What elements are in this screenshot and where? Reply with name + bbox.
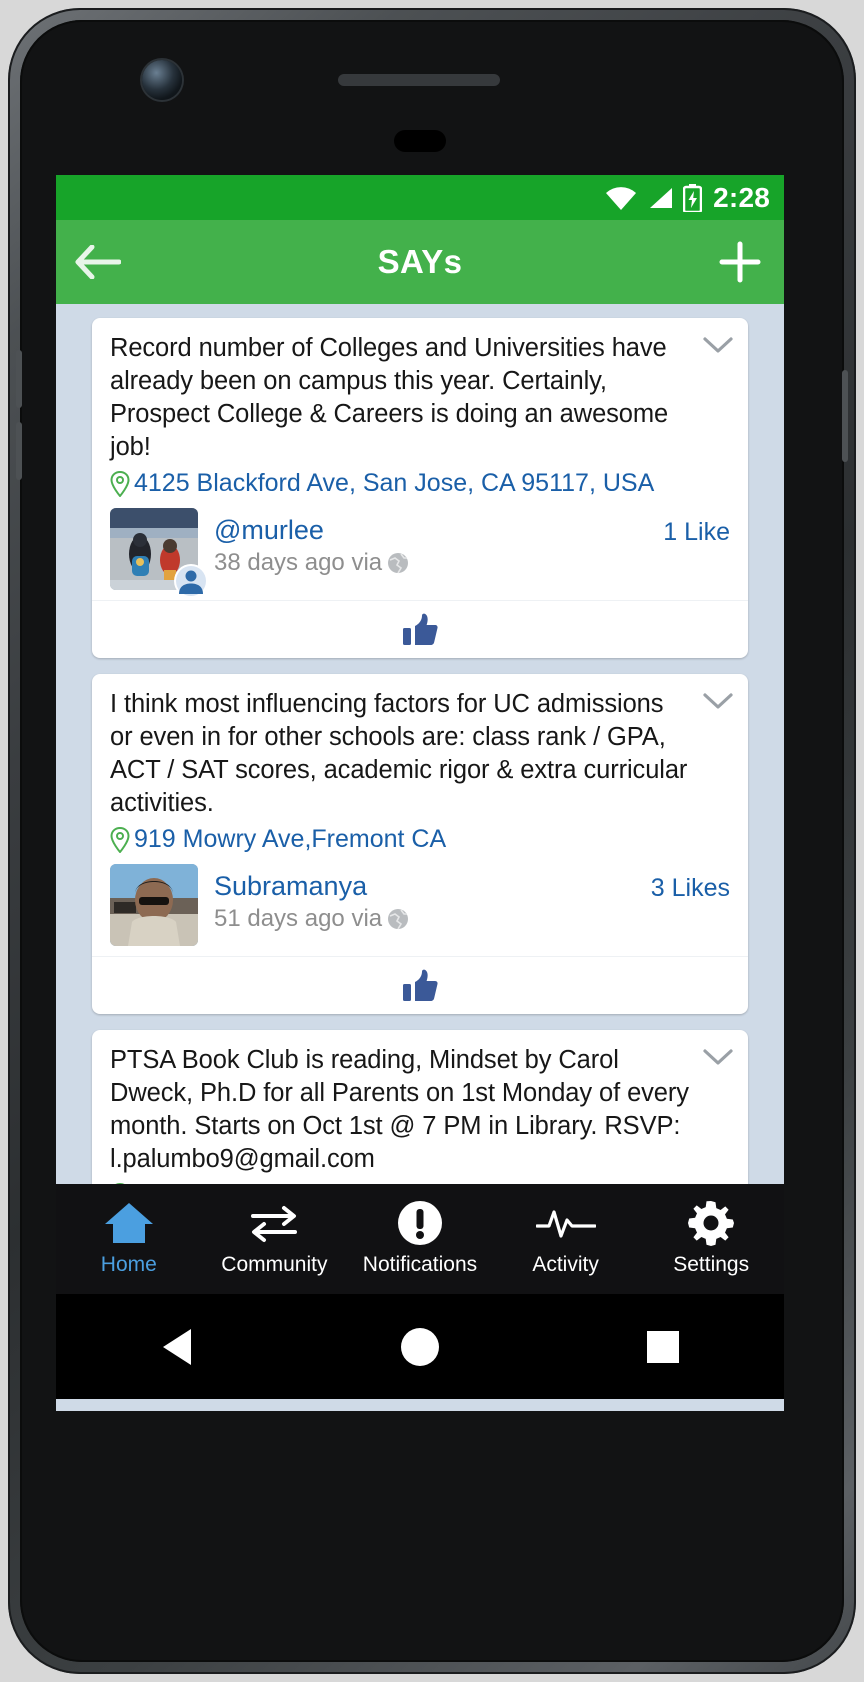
- post-expand-button[interactable]: [698, 328, 738, 362]
- android-home-icon: [400, 1327, 439, 1366]
- location-pin-icon: [110, 471, 130, 497]
- android-back-button[interactable]: [122, 1294, 232, 1399]
- chevron-down-icon: [703, 337, 733, 353]
- post-location[interactable]: 4125 Blackford Ave, San Jose, CA 95117, …: [110, 469, 730, 498]
- phone-frame: 2:28 SAYs Record number of Colleges and …: [8, 8, 856, 1674]
- post-timestamp: 51 days ago via: [214, 902, 730, 936]
- battery-charging-icon: [683, 183, 703, 212]
- alert-circle-icon: [397, 1201, 443, 1245]
- post-meta: Subramanya 51 days ago via 3 Likes: [92, 860, 748, 956]
- post-location[interactable]: 6886 Lawrence Expy, San Jose, CA 95130, …: [110, 1181, 730, 1184]
- nav-label-community: Community: [221, 1253, 328, 1276]
- post-like-button[interactable]: [92, 600, 748, 658]
- phone-screen: 2:28 SAYs Record number of Colleges and …: [56, 175, 784, 1411]
- location-pin-icon: [110, 827, 130, 853]
- pulse-icon: [535, 1201, 596, 1245]
- location-pin-icon: [115, 1183, 125, 1184]
- post-location[interactable]: 919 Mowry Ave,Fremont CA: [110, 825, 730, 854]
- post-like-count[interactable]: 1 Like: [663, 518, 730, 547]
- post-expand-button[interactable]: [698, 1040, 738, 1074]
- wifi-icon: [606, 186, 637, 210]
- post-like-button[interactable]: [92, 956, 748, 1014]
- nav-label-activity: Activity: [532, 1253, 599, 1276]
- bottom-navigation-bar: Home Community Notifications Activity Se…: [56, 1184, 784, 1294]
- sensor-housing: [394, 130, 446, 152]
- nav-item-notifications[interactable]: Notifications: [347, 1184, 493, 1294]
- post-timestamp-text: 51 days ago via: [214, 905, 383, 932]
- gear-icon: [687, 1201, 735, 1246]
- post-body: PTSA Book Club is reading, Mindset by Ca…: [92, 1030, 748, 1184]
- add-post-button[interactable]: [696, 220, 784, 304]
- globe-icon: [388, 909, 409, 930]
- thumbs-up-icon: [403, 969, 438, 1001]
- android-recents-icon: [646, 1330, 679, 1363]
- status-bar-clock: 2:28: [713, 181, 770, 213]
- app-bar: SAYs: [56, 220, 784, 304]
- avatar-photo: [110, 864, 198, 946]
- thumbs-up-icon: [403, 613, 438, 645]
- plus-icon: [719, 241, 761, 283]
- meta-text: @murlee 38 days ago via: [214, 508, 730, 580]
- android-back-icon: [163, 1328, 192, 1365]
- nav-label-home: Home: [100, 1253, 157, 1276]
- verified-profile-badge-icon: [174, 564, 208, 598]
- post-card[interactable]: Record number of Colleges and Universiti…: [92, 318, 748, 658]
- avatar: [110, 864, 198, 946]
- volume-up-button[interactable]: [16, 350, 22, 408]
- phone-body: 2:28 SAYs Record number of Colleges and …: [16, 20, 848, 1662]
- nav-item-activity[interactable]: Activity: [493, 1184, 639, 1294]
- post-author[interactable]: @murlee: [214, 514, 730, 546]
- post-expand-button[interactable]: [698, 684, 738, 718]
- post-body: I think most influencing factors for UC …: [92, 674, 748, 860]
- android-system-navigation: [56, 1294, 784, 1399]
- volume-down-button[interactable]: [16, 422, 22, 480]
- android-home-button[interactable]: [365, 1294, 475, 1399]
- post-location-text: 4125 Blackford Ave, San Jose, CA 95117, …: [134, 469, 655, 497]
- post-like-count[interactable]: 3 Likes: [651, 874, 730, 903]
- avatar-wrapper[interactable]: [110, 864, 198, 946]
- screen-bezel-bottom: [56, 1411, 784, 1546]
- status-bar: 2:28: [56, 175, 784, 220]
- post-location-text: 919 Mowry Ave,Fremont CA: [134, 825, 447, 853]
- back-arrow-icon: [75, 245, 121, 279]
- post-card[interactable]: I think most influencing factors for UC …: [92, 674, 748, 1014]
- nav-label-notifications: Notifications: [362, 1253, 478, 1276]
- power-button[interactable]: [842, 370, 848, 462]
- front-camera-icon: [142, 60, 182, 100]
- back-button[interactable]: [56, 220, 140, 304]
- post-timestamp-text: 38 days ago via: [214, 549, 383, 576]
- avatar-wrapper[interactable]: [110, 508, 208, 598]
- post-text: Record number of Colleges and Universiti…: [110, 334, 669, 461]
- post-location-text: 6886 Lawrence Expy, San Jose, CA 95130, …: [134, 1181, 673, 1184]
- nav-item-community[interactable]: Community: [202, 1184, 348, 1294]
- post-text: PTSA Book Club is reading, Mindset by Ca…: [110, 1046, 689, 1173]
- exchange-arrows-icon: [247, 1201, 301, 1245]
- post-text: I think most influencing factors for UC …: [110, 690, 688, 817]
- nav-item-home[interactable]: Home: [56, 1184, 202, 1294]
- post-meta: @murlee 38 days ago via 1 Like: [92, 504, 748, 600]
- earpiece-speaker: [338, 74, 500, 86]
- post-timestamp: 38 days ago via: [214, 546, 730, 580]
- nav-label-settings: Settings: [673, 1253, 750, 1276]
- cellular-signal-icon: [650, 187, 673, 208]
- globe-icon: [388, 553, 409, 574]
- page-title: SAYs: [377, 243, 463, 280]
- posts-feed[interactable]: Record number of Colleges and Universiti…: [56, 304, 784, 1184]
- home-icon: [102, 1201, 156, 1245]
- android-recents-button[interactable]: [608, 1294, 718, 1399]
- post-card[interactable]: PTSA Book Club is reading, Mindset by Ca…: [92, 1030, 748, 1184]
- post-body: Record number of Colleges and Universiti…: [92, 318, 748, 504]
- chevron-down-icon: [703, 1049, 733, 1065]
- chevron-down-icon: [703, 693, 733, 709]
- nav-item-settings[interactable]: Settings: [638, 1184, 784, 1294]
